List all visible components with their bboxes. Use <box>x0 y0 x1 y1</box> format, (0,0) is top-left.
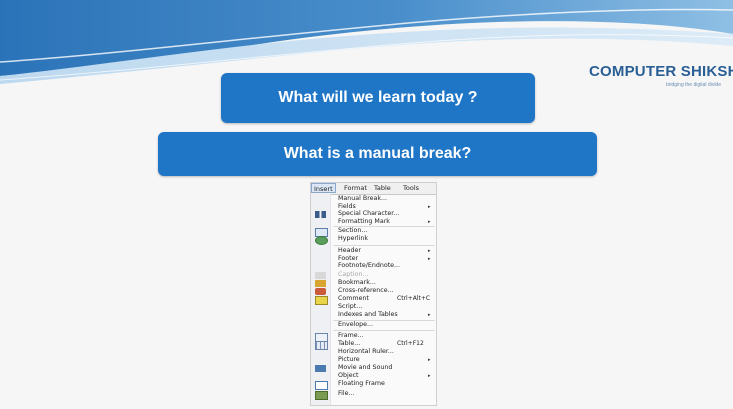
movie-sound-icon <box>315 364 326 372</box>
menu-item[interactable]: Indexes and Tables <box>338 311 398 319</box>
logo-name: COMPUTER SHIKSHA <box>589 63 733 80</box>
menu-separator <box>333 319 435 321</box>
lesson-subtitle-banner: What is a manual break? <box>158 132 597 176</box>
table-icon <box>315 340 328 350</box>
submenu-arrow-icon: ▸ <box>428 357 431 363</box>
menu-item[interactable]: Hyperlink <box>338 235 368 243</box>
menu-table[interactable]: Table <box>374 184 391 192</box>
menu-item-shortcut: Ctrl+F12 <box>397 340 424 347</box>
menu-item[interactable]: Floating Frame <box>338 380 385 388</box>
menu-format[interactable]: Format <box>344 184 367 192</box>
menu-separator <box>333 244 435 246</box>
menu-item[interactable]: Frame... <box>338 332 364 340</box>
menu-separator <box>333 225 435 227</box>
submenu-arrow-icon: ▸ <box>428 203 431 210</box>
menu-item-shortcut: Ctrl+Alt+C <box>397 295 431 302</box>
menu-item[interactable]: Section... <box>338 227 367 235</box>
menu-separator <box>333 330 435 331</box>
menu-item[interactable]: Formatting Mark <box>338 218 390 226</box>
computer-shiksha-logo: COMPUTER SHIKSHA bridging the digital di… <box>589 60 733 94</box>
menu-item[interactable]: Comment <box>338 295 369 303</box>
menu-item[interactable]: Bookmark... <box>338 279 376 287</box>
bookmark-icon <box>315 279 326 287</box>
comment-icon <box>315 295 328 305</box>
insert-menu-screenshot: Insert Format Table Tools Manual Break..… <box>310 182 437 406</box>
logo-tagline: bridging the digital divide <box>665 82 721 88</box>
menu-item[interactable]: Caption... <box>338 271 368 279</box>
menu-item[interactable]: Horizontal Ruler... <box>338 348 394 356</box>
lesson-title-banner: What will we learn today ? <box>221 73 535 123</box>
submenu-arrow-icon: ▸ <box>428 218 431 225</box>
menu-item[interactable]: Footnote/Endnote... <box>338 262 400 270</box>
hyperlink-icon <box>315 235 328 245</box>
cross-reference-icon <box>315 287 326 295</box>
submenu-arrow-icon: ▸ <box>428 373 431 379</box>
menu-item[interactable]: Object <box>338 372 359 380</box>
menu-item[interactable]: Movie and Sound <box>338 364 392 372</box>
submenu-arrow-icon: ▸ <box>428 255 431 262</box>
menu-item[interactable]: Picture <box>338 356 360 364</box>
menu-item[interactable]: Cross-reference... <box>338 287 394 295</box>
menu-item[interactable]: Script... <box>338 303 362 311</box>
caption-icon <box>315 271 326 279</box>
menu-tools[interactable]: Tools <box>403 184 419 192</box>
menu-insert[interactable]: Insert <box>311 183 336 193</box>
submenu-arrow-icon: ▸ <box>428 312 431 318</box>
menu-item[interactable]: File... <box>338 390 355 398</box>
file-icon <box>315 390 328 400</box>
menu-item[interactable]: Envelope... <box>338 321 373 329</box>
special-character-icon <box>315 210 326 218</box>
menu-item[interactable]: Table... <box>338 340 360 348</box>
floating-frame-icon <box>315 380 328 390</box>
